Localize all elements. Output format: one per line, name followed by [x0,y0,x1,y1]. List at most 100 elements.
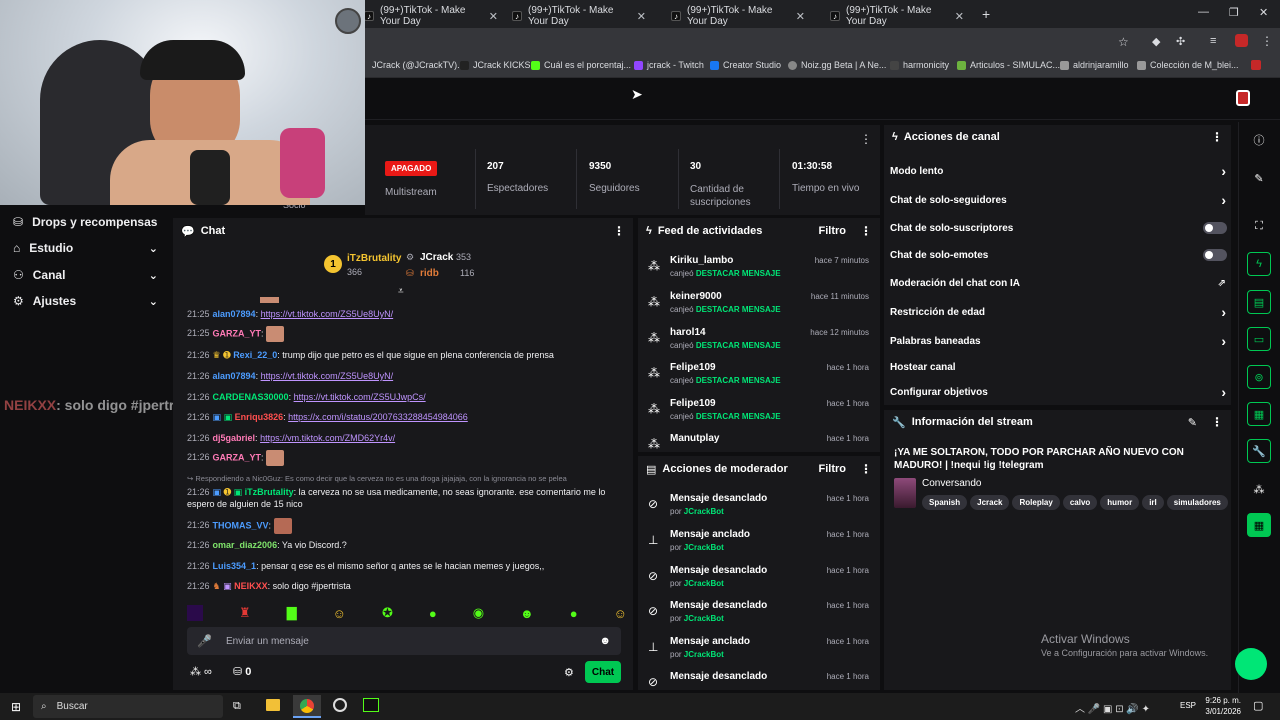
leaderboard-name[interactable]: iTzBrutality [347,253,401,264]
close-tab-icon[interactable]: ✕ [955,10,964,23]
close-tab-icon[interactable]: ✕ [489,10,498,23]
bookmark[interactable]: Colección de M_blei... [1137,60,1239,70]
emote-icon[interactable]: ● [570,606,578,621]
emote-icon[interactable]: ◉ [473,605,484,621]
menu-icon[interactable]: ⋮ [1261,34,1273,48]
sidebar-item-ajustes[interactable]: ⚙ Ajustes ⌄ [0,288,172,314]
clock-date[interactable]: 3/01/2026 [1203,707,1241,716]
bookmark[interactable]: aldrinjaramillo [1060,60,1129,70]
category-thumbnail[interactable] [894,478,916,508]
tag[interactable]: irl [1142,495,1164,510]
bookmark[interactable]: Noiz.gg Beta | A Ne... [788,60,886,70]
channel-action-banned-words[interactable]: Palabras baneadas › [890,329,1230,353]
subs-only-toggle[interactable] [1203,222,1227,234]
clock-time[interactable]: 9:26 p. m. [1203,696,1241,705]
leaderboard-name[interactable]: ridb [420,268,439,279]
chat-input[interactable]: 🎤 Enviar un mensaje ☻ [187,627,621,655]
bookmark[interactable]: Articulos - SIMULAC... [957,60,1060,70]
bookmark[interactable]: Cuál es el porcentaj... [531,60,631,70]
edit-icon[interactable]: ✎ [1247,166,1271,190]
bookmark[interactable]: JCrack (@JCrackTV)... [372,60,465,70]
minimize-icon[interactable]: — [1198,6,1209,18]
obs-icon[interactable] [333,698,347,712]
send-chat-button[interactable]: Chat [585,661,621,683]
close-tab-icon[interactable]: ✕ [637,10,646,23]
bookmark-icon[interactable] [1251,60,1261,70]
document-icon[interactable]: ▤ [1247,290,1271,314]
more-options-icon[interactable]: ⋮ [1211,415,1223,429]
emote-icon[interactable] [187,605,203,621]
layers-icon[interactable]: ▦ [1247,402,1271,426]
wrench-icon[interactable]: 🔧 [1247,439,1271,463]
browser-tab[interactable]: ♪ (99+)TikTok - Make Your Day ✕ [356,4,506,28]
tag[interactable]: Spanish [922,495,968,510]
bookmark[interactable]: harmonicity [890,60,949,70]
star-icon[interactable]: ☆ [1118,35,1129,49]
emote-icon[interactable]: ☺ [333,606,346,621]
app-icon[interactable] [363,698,379,712]
emotes-only-toggle[interactable] [1203,249,1227,261]
leaderboard-name[interactable]: JCrack [420,252,453,263]
microphone-icon[interactable]: 🎤 [197,634,212,648]
puzzle-icon[interactable]: ✣ [1176,35,1185,48]
reply-context[interactable]: ↪ Respondiendo a Nic0Guz: Es como decir … [187,473,627,485]
more-options-icon[interactable]: ⋮ [860,462,872,476]
task-view-icon[interactable]: ⧉ [233,700,241,713]
more-options-icon[interactable]: ⋮ [860,224,872,238]
browser-tab[interactable]: ♪ (99+)TikTok - Make Your Day ✕ [504,4,654,28]
tag[interactable]: simuladores [1166,495,1228,510]
filter-button[interactable]: Filtro [819,225,847,237]
sidebar-item-estudio[interactable]: ⌂ Estudio ⌄ [0,235,172,261]
file-explorer-icon[interactable] [266,699,280,711]
multistream-label[interactable]: Multistream [385,187,437,198]
close-tab-icon[interactable]: ✕ [796,10,805,23]
emote-icon[interactable]: ● [429,606,437,621]
points-icon[interactable]: ⁂ ∞ [190,665,212,678]
notification-icon[interactable]: ▢ [1253,699,1263,712]
broadcast-icon[interactable]: ⊚ [1247,365,1271,389]
clip-icon[interactable]: ⛶ [1247,214,1271,238]
tag[interactable]: humor [1100,495,1140,510]
channel-action-ai-moderation[interactable]: Moderación del chat con IA ⇗ [890,271,1230,295]
emote-icon[interactable]: ✪ [382,605,393,621]
taskbar-search[interactable]: ⌕ Buscar [33,695,223,718]
browser-tab[interactable]: ♪ (99+)TikTok - Make Your Day ✕ [663,4,813,28]
fab-button[interactable] [1235,648,1267,680]
language-indicator[interactable]: ESP [1180,701,1196,710]
browser-tab[interactable]: ♪ (99+)TikTok - Make Your Day ✕ [822,4,972,28]
bookmark[interactable]: Creator Studio [710,60,781,70]
stream-category[interactable]: Conversando [922,478,981,489]
tag[interactable]: Roleplay [1012,495,1060,510]
emote-icon[interactable]: ☻ [520,606,534,621]
extension-icon[interactable]: ◆ [1152,35,1160,48]
filter-button[interactable]: Filtro [819,463,847,475]
channel-action-followers-only[interactable]: Chat de solo-seguidores › [890,188,1230,212]
bookmark[interactable]: jcrack - Twitch [634,60,704,70]
channel-action-goals[interactable]: Configurar objetivos › [890,380,1230,404]
system-tray[interactable]: ︿ 🎤 ▣ ⊡ 🔊 ✦ [1075,700,1150,715]
profile-icon[interactable] [1235,34,1248,47]
windows-start-icon[interactable]: ⊞ [11,700,21,714]
avatar[interactable] [1236,90,1250,106]
tag[interactable]: Jcrack [970,495,1010,510]
more-options-icon[interactable]: ⋮ [860,132,872,146]
collapse-icon[interactable]: ⩡ [398,286,404,297]
lightning-icon[interactable]: ϟ [1247,252,1271,276]
new-tab-icon[interactable]: + [982,6,990,22]
chat-settings-icon[interactable]: ⚙ [564,666,574,679]
emoji-icon[interactable]: ☻ [599,635,611,647]
points-counter[interactable]: ⛁ 0 [233,665,251,678]
bookmark[interactable]: JCrack KICKS [460,60,531,70]
edit-icon[interactable]: ✎ [1188,416,1197,429]
channel-action-host[interactable]: Hostear canal [890,355,1230,379]
chat-icon[interactable]: ▭ [1247,327,1271,351]
close-window-icon[interactable]: ✕ [1259,6,1268,19]
tag[interactable]: calvo [1062,495,1098,510]
points-icon[interactable]: ⁂ [1247,477,1271,501]
channel-action-slow-mode[interactable]: Modo lento › [890,159,1230,183]
sidebar-item-canal[interactable]: ⚇ Canal ⌄ [0,262,172,288]
info-icon[interactable]: ⓘ [1247,128,1271,152]
sidebar-item-drops[interactable]: ⛁ Drops y recompensas [0,209,172,235]
media-icon[interactable]: ≡ [1210,35,1216,47]
more-options-icon[interactable]: ⋮ [613,224,625,238]
